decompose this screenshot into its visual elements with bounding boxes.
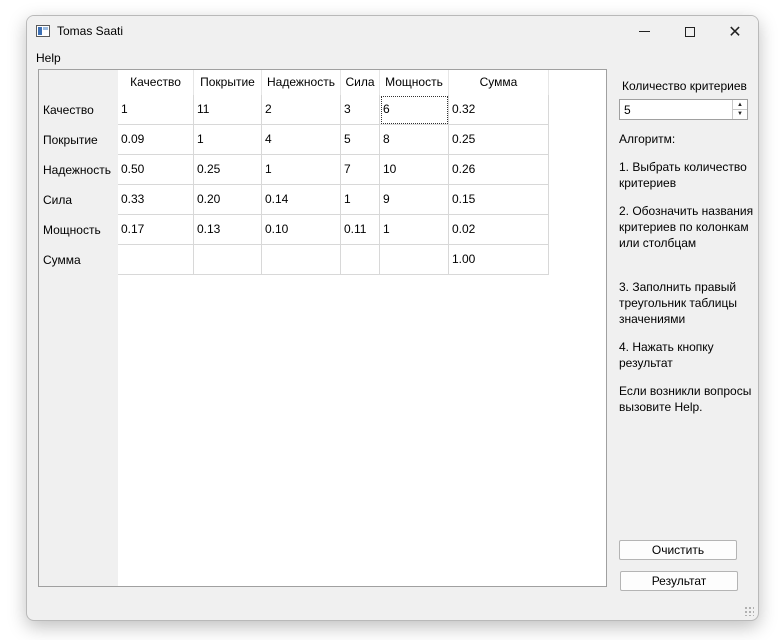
column-header[interactable]: Надежность (262, 70, 341, 95)
criteria-count-spinbox[interactable]: 5 ▲ ▼ (619, 99, 748, 120)
table-cell[interactable] (380, 245, 449, 275)
table-cell[interactable] (194, 245, 262, 275)
right-panel: Количество критериев 5 ▲ ▼ Алгоритм: 1. … (610, 69, 758, 609)
table-cell[interactable]: 1 (380, 215, 449, 245)
algorithm-step-2: 2. Обозначить названия критериев по коло… (619, 204, 754, 250)
table-cell[interactable] (118, 245, 194, 275)
title-bar: Tomas Saati ✕ (27, 16, 758, 47)
table-cell[interactable]: 0.10 (262, 215, 341, 245)
minimize-button[interactable] (621, 16, 667, 47)
row-header[interactable]: Сила (39, 185, 118, 215)
algorithm-step-3: 3. Заполнить правый треугольник таблицы … (619, 280, 737, 326)
criteria-table[interactable]: Качество Покрытие Надежность Сила Мощность Су… (38, 69, 607, 587)
resize-grip-icon[interactable] (744, 606, 754, 616)
spin-buttons: ▲ ▼ (732, 100, 747, 119)
table-cell[interactable]: 0.13 (194, 215, 262, 245)
table-cell[interactable]: 10 (380, 155, 449, 185)
main-window: Tomas Saati ✕ Help Качество Покрытие Надеж… (26, 15, 759, 621)
column-header[interactable]: Сумма (449, 70, 549, 95)
clear-button[interactable]: Очистить (619, 540, 737, 560)
table-cell[interactable] (341, 245, 380, 275)
table-cell[interactable]: 5 (341, 125, 380, 155)
table-cell[interactable]: 0.25 (449, 125, 549, 155)
table-cell[interactable]: 6 (380, 95, 449, 125)
row-header[interactable]: Мощность (39, 215, 118, 245)
spin-down-icon[interactable]: ▼ (733, 109, 747, 118)
table-cell[interactable]: 0.25 (194, 155, 262, 185)
table-cell[interactable]: 0.50 (118, 155, 194, 185)
table-cell[interactable]: 9 (380, 185, 449, 215)
menu-bar: Help (27, 49, 758, 67)
close-button[interactable]: ✕ (712, 16, 758, 47)
minimize-icon (638, 31, 650, 32)
window-title: Tomas Saati (57, 24, 124, 38)
table-cell[interactable]: 0.32 (449, 95, 549, 125)
column-header[interactable]: Качество (118, 70, 194, 95)
criteria-count-value[interactable]: 5 (624, 103, 631, 117)
result-button[interactable]: Результат (620, 571, 738, 591)
table-cell[interactable]: 0.09 (118, 125, 194, 155)
close-icon: ✕ (728, 23, 742, 41)
table-cell[interactable]: 0.11 (341, 215, 380, 245)
table-cell[interactable]: 1 (262, 155, 341, 185)
table-cell[interactable] (262, 245, 341, 275)
table-cell[interactable]: 1.00 (449, 245, 549, 275)
row-header[interactable]: Надежность (39, 155, 118, 185)
table-cell[interactable]: 0.20 (194, 185, 262, 215)
table-cell[interactable]: 1 (194, 125, 262, 155)
maximize-icon (685, 26, 695, 37)
table-cell[interactable]: 0.26 (449, 155, 549, 185)
table-cell[interactable]: 7 (341, 155, 380, 185)
row-header[interactable]: Качество (39, 95, 118, 125)
row-header[interactable]: Покрытие (39, 125, 118, 155)
algorithm-step-4: 4. Нажать кнопку результат (619, 340, 714, 370)
column-header[interactable]: Сила (341, 70, 380, 95)
app-icon (36, 25, 50, 37)
table-cell[interactable]: 0.15 (449, 185, 549, 215)
table-cell[interactable]: 1 (341, 185, 380, 215)
column-header[interactable]: Мощность (380, 70, 449, 95)
table-cell[interactable]: 0.17 (118, 215, 194, 245)
table-cell[interactable]: 8 (380, 125, 449, 155)
table-cell[interactable]: 4 (262, 125, 341, 155)
criteria-count-label: Количество критериев (622, 79, 747, 93)
menu-help[interactable]: Help (36, 51, 61, 65)
table-cell[interactable]: 1 (118, 95, 194, 125)
maximize-button[interactable] (667, 16, 713, 47)
table-cell[interactable]: 2 (262, 95, 341, 125)
table-cell[interactable]: 0.14 (262, 185, 341, 215)
table-cell[interactable]: 0.02 (449, 215, 549, 245)
table-cell[interactable]: 3 (341, 95, 380, 125)
algorithm-step-1: 1. Выбрать количество критериев (619, 160, 747, 190)
help-note: Если возникли вопросы вызовите Help. (619, 384, 752, 414)
table-cell[interactable]: 11 (194, 95, 262, 125)
algorithm-title: Алгоритм: (619, 132, 676, 146)
column-header[interactable]: Покрытие (194, 70, 262, 95)
table-cell[interactable]: 0.33 (118, 185, 194, 215)
row-header[interactable]: Сумма (39, 245, 118, 275)
